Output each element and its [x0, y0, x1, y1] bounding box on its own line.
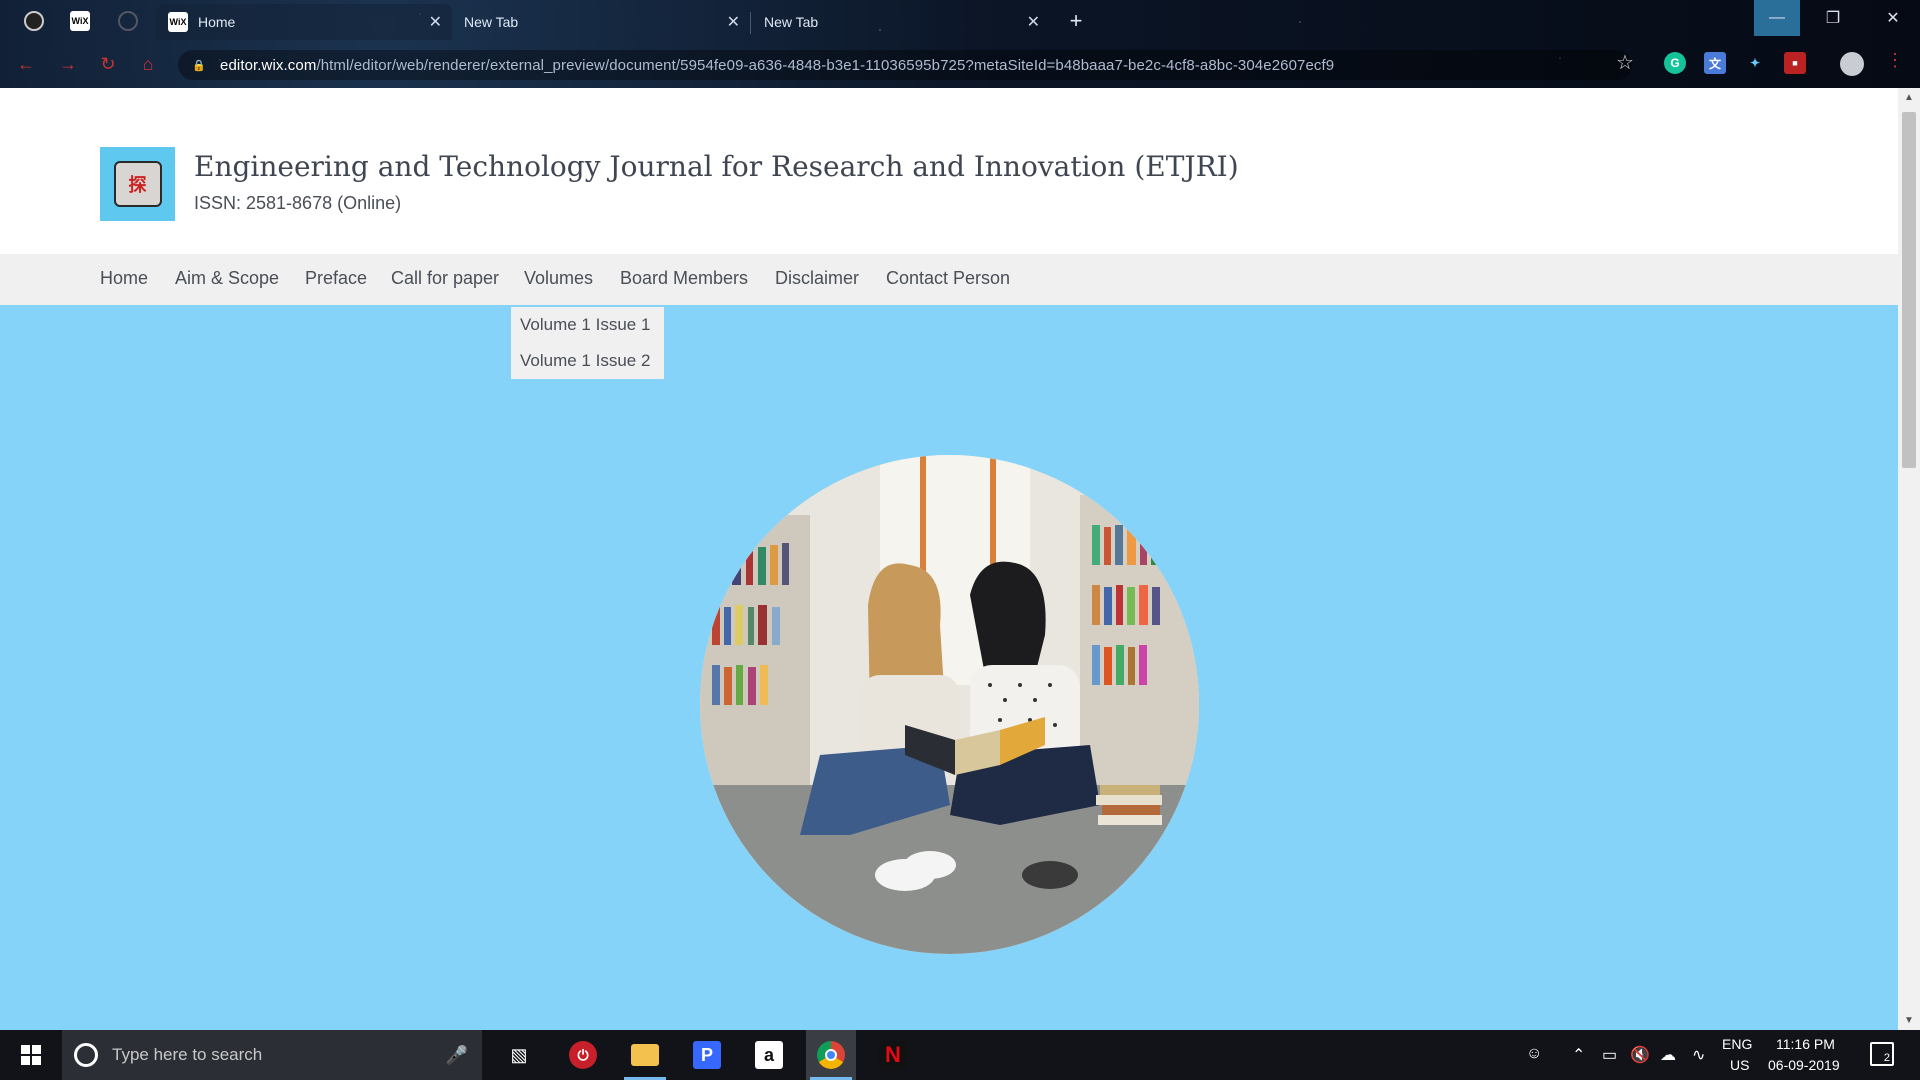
onedrive-icon[interactable]: ☁ [1660, 1045, 1676, 1065]
forward-icon[interactable]: → [56, 52, 80, 76]
clock-date[interactable]: 06-09-2019 [1768, 1057, 1840, 1073]
tab-strip: WiX WiX Home ✕ New Tab ✕ New Tab ✕ + — ❐… [0, 0, 1920, 40]
window-restore-button[interactable]: ❐ [1810, 0, 1856, 36]
page-scrollbar[interactable]: ▲ ▼ [1898, 88, 1920, 1030]
tab-label: Home [198, 14, 236, 30]
window-close-button[interactable]: ✕ [1870, 0, 1916, 36]
tab-label: New Tab [464, 14, 519, 30]
url-host: editor.wix.com [220, 56, 317, 74]
bookmark-star-icon[interactable]: ☆ [1616, 50, 1634, 75]
scroll-thumb[interactable] [1902, 112, 1916, 468]
site-issn: ISSN: 2581-8678 (Online) [194, 193, 402, 213]
search-placeholder: Type here to search [112, 1045, 263, 1064]
translate-extension-icon[interactable]: 文 [1704, 52, 1726, 74]
scroll-down-icon[interactable]: ▼ [1904, 1015, 1914, 1026]
windows-taskbar: Type here to search 🎤 ▧ ⏻ P a N ☺ ⌃ ▭ 🔇 … [0, 1030, 1920, 1080]
nav-aim-scope[interactable]: Aim & Scope [175, 268, 279, 289]
logo-emblem: 探 [113, 161, 162, 207]
wix-icon: WiX [168, 12, 188, 32]
home-icon[interactable]: ⌂ [136, 52, 160, 76]
browser-chrome: WiX WiX Home ✕ New Tab ✕ New Tab ✕ + — ❐… [0, 0, 1920, 88]
reload-icon[interactable]: ↻ [96, 52, 120, 76]
microphone-icon[interactable]: 🎤 [446, 1045, 468, 1066]
close-tab-icon[interactable]: ✕ [429, 12, 442, 32]
taskbar-search[interactable]: Type here to search 🎤 [62, 1030, 482, 1080]
pinned-tab-github[interactable] [12, 6, 56, 36]
clock-time[interactable]: 11:16 PM [1776, 1036, 1835, 1052]
profile-avatar[interactable] [1840, 52, 1864, 76]
nav-disclaimer[interactable]: Disclaimer [775, 268, 859, 289]
github-icon [24, 11, 44, 31]
region-indicator[interactable]: US [1730, 1057, 1749, 1073]
cortana-icon [74, 1043, 98, 1067]
url-path: /html/editor/web/renderer/external_previ… [316, 56, 1335, 74]
nav-preface[interactable]: Preface [305, 268, 367, 289]
dropdown-item-volume-1-issue-2[interactable]: Volume 1 Issue 2 [520, 351, 650, 371]
nav-board-members[interactable]: Board Members [620, 268, 748, 289]
page-viewport: 探 Engineering and Technology Journal for… [0, 88, 1920, 1030]
pinned-tab-circle[interactable] [106, 6, 150, 36]
chrome-icon[interactable] [806, 1030, 856, 1080]
start-button[interactable] [0, 1030, 62, 1080]
students-reading-illustration [700, 455, 1199, 954]
close-tab-icon[interactable]: ✕ [1027, 12, 1040, 32]
people-icon[interactable]: ☺ [1526, 1045, 1542, 1063]
amazon-icon[interactable]: a [744, 1030, 794, 1080]
pandora-icon[interactable]: P [682, 1030, 732, 1080]
action-center-icon[interactable]: 2 [1870, 1042, 1894, 1066]
extension-icon[interactable]: ✦ [1744, 52, 1766, 74]
tab-new-tab-1[interactable]: New Tab ✕ [452, 4, 750, 40]
task-view-icon[interactable]: ▧ [494, 1030, 544, 1080]
battery-icon[interactable]: ▭ [1602, 1045, 1617, 1065]
hero-image-students-reading [700, 455, 1199, 954]
close-tab-icon[interactable]: ✕ [727, 12, 740, 32]
new-tab-button[interactable]: + [1062, 8, 1090, 36]
pinned-tab-wix[interactable]: WiX [58, 6, 102, 36]
chrome-menu-icon[interactable]: ⋮ [1886, 50, 1904, 71]
tab-home[interactable]: WiX Home ✕ [156, 4, 452, 40]
dropdown-item-volume-1-issue-1[interactable]: Volume 1 Issue 1 [520, 315, 650, 335]
site-title: Engineering and Technology Journal for R… [194, 150, 1239, 183]
show-hidden-icons-chevron-icon[interactable]: ⌃ [1572, 1045, 1585, 1065]
netflix-icon[interactable]: N [868, 1030, 918, 1080]
volume-muted-icon[interactable]: 🔇 [1630, 1045, 1650, 1065]
main-nav: Home Aim & Scope Preface Call for paper … [0, 254, 1898, 305]
tab-label: New Tab [764, 14, 819, 30]
circle-icon [118, 11, 138, 31]
window-minimize-button[interactable]: — [1754, 0, 1800, 36]
back-icon[interactable]: ← [14, 52, 38, 76]
nav-call-for-paper[interactable]: Call for paper [391, 268, 499, 289]
url-text: editor.wix.com/html/editor/web/renderer/… [220, 57, 1334, 74]
nav-contact-person[interactable]: Contact Person [886, 268, 1010, 289]
volumes-dropdown: Volume 1 Issue 1 Volume 1 Issue 2 [511, 307, 664, 379]
nav-volumes[interactable]: Volumes [524, 268, 593, 289]
power-app-icon[interactable]: ⏻ [558, 1030, 608, 1080]
file-explorer-icon[interactable] [620, 1030, 670, 1080]
site-logo[interactable]: 探 [100, 147, 175, 221]
wix-icon: WiX [70, 11, 90, 31]
red-extension-icon[interactable]: ■ [1784, 52, 1806, 74]
tab-new-tab-2[interactable]: New Tab ✕ [752, 4, 1050, 40]
wifi-icon[interactable]: ∿ [1692, 1045, 1705, 1065]
lock-icon: 🔒 [192, 60, 206, 72]
nav-home[interactable]: Home [100, 268, 148, 289]
address-bar[interactable]: 🔒 editor.wix.com/html/editor/web/rendere… [178, 50, 1632, 80]
windows-logo-icon [21, 1045, 41, 1065]
grammarly-extension-icon[interactable]: G [1664, 52, 1686, 74]
tab-separator [750, 12, 751, 34]
site-header: 探 Engineering and Technology Journal for… [0, 88, 1898, 254]
language-indicator[interactable]: ENG [1722, 1036, 1752, 1052]
scroll-up-icon[interactable]: ▲ [1904, 92, 1914, 103]
